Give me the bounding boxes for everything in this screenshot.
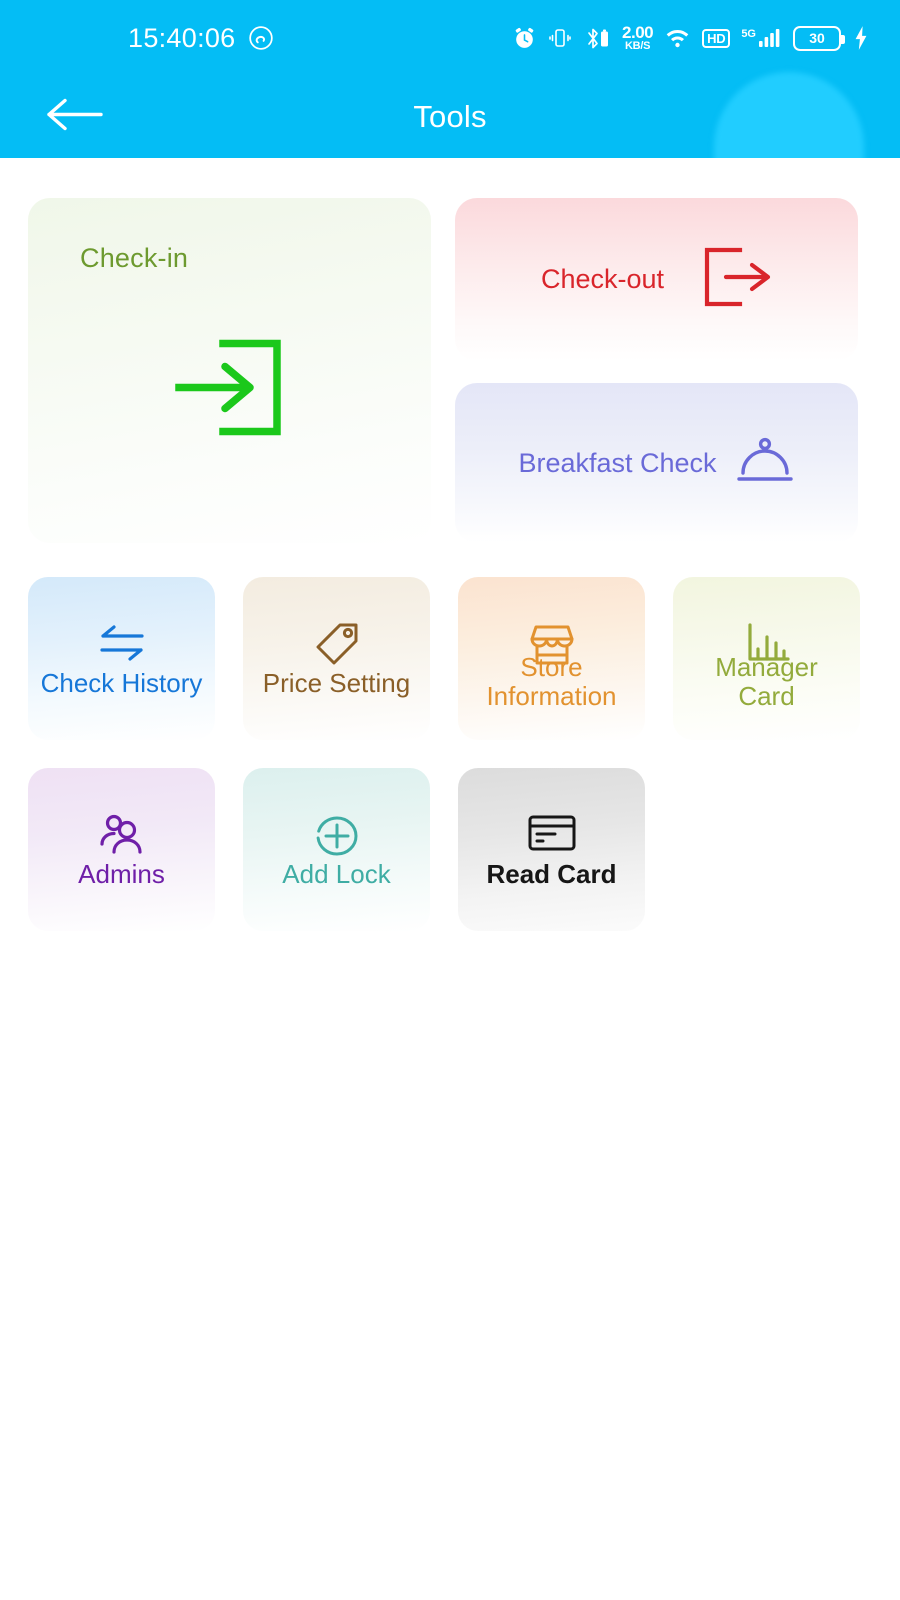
cellular-signal-icon: 5G	[741, 26, 782, 50]
swap-arrows-icon	[96, 621, 148, 670]
app-screen: 15:40:06 2.00 KB/S HD 5G 30 Tools Check-…	[0, 0, 900, 1600]
vibrate-icon	[548, 26, 572, 50]
battery-indicator: 30	[793, 25, 845, 51]
page-title: Tools	[413, 99, 487, 134]
tile-label: Manager Card	[715, 652, 818, 712]
login-arrow-icon	[171, 334, 289, 447]
status-bar-right: 2.00 KB/S HD 5G 30	[512, 24, 870, 52]
wifi-icon	[664, 26, 691, 50]
status-bar: 15:40:06 2.00 KB/S HD 5G 30	[0, 0, 900, 76]
bluetooth-battery-icon	[583, 26, 611, 51]
network-speed-indicator: 2.00 KB/S	[622, 23, 654, 52]
music-app-icon	[248, 25, 274, 51]
tile-add-lock[interactable]: Add Lock	[243, 768, 430, 931]
status-clock: 15:40:06	[128, 22, 236, 53]
breakfast-check-label: Breakfast Check	[518, 447, 717, 478]
network-type-label: 5G	[741, 28, 756, 40]
app-header: 15:40:06 2.00 KB/S HD 5G 30 Tools	[0, 0, 900, 158]
battery-level-label: 30	[809, 30, 825, 46]
logout-arrow-icon	[702, 246, 772, 313]
tools-grid: Check History Price Setting Store Inform…	[28, 577, 872, 931]
back-arrow-icon[interactable]	[44, 94, 104, 141]
tools-content: Check-in Check-out Breakfast Check Check…	[0, 158, 900, 931]
network-speed-value: 2.00	[622, 23, 654, 42]
check-out-card[interactable]: Check-out	[455, 198, 858, 361]
food-cloche-icon	[735, 435, 795, 492]
grid-spacer	[673, 768, 860, 931]
nav-bar: Tools	[0, 76, 900, 158]
secondary-actions-column: Check-out Breakfast Check	[455, 198, 858, 543]
tile-label: Read Card	[486, 859, 617, 889]
tile-read-card[interactable]: Read Card	[458, 768, 645, 931]
price-tag-icon	[312, 621, 362, 674]
alarm-clock-icon	[512, 26, 537, 51]
tile-store-information[interactable]: Store Information	[458, 577, 645, 740]
tile-manager-card[interactable]: Manager Card	[673, 577, 860, 740]
tile-admins[interactable]: Admins	[28, 768, 215, 931]
charging-bolt-icon	[852, 25, 870, 51]
credit-card-icon	[526, 812, 578, 859]
check-in-label: Check-in	[80, 243, 189, 273]
people-icon	[96, 812, 148, 863]
network-speed-unit: KB/S	[625, 40, 651, 52]
breakfast-check-card[interactable]: Breakfast Check	[455, 383, 858, 543]
tile-price-setting[interactable]: Price Setting	[243, 577, 430, 740]
primary-actions-block: Check-in Check-out Breakfast Check	[28, 198, 872, 543]
check-in-card[interactable]: Check-in	[28, 198, 431, 543]
status-bar-left: 15:40:06	[128, 23, 274, 54]
plus-circle-icon	[312, 812, 362, 865]
tile-check-history[interactable]: Check History	[28, 577, 215, 740]
hd-call-icon: HD	[702, 28, 731, 48]
check-out-label: Check-out	[540, 264, 665, 294]
